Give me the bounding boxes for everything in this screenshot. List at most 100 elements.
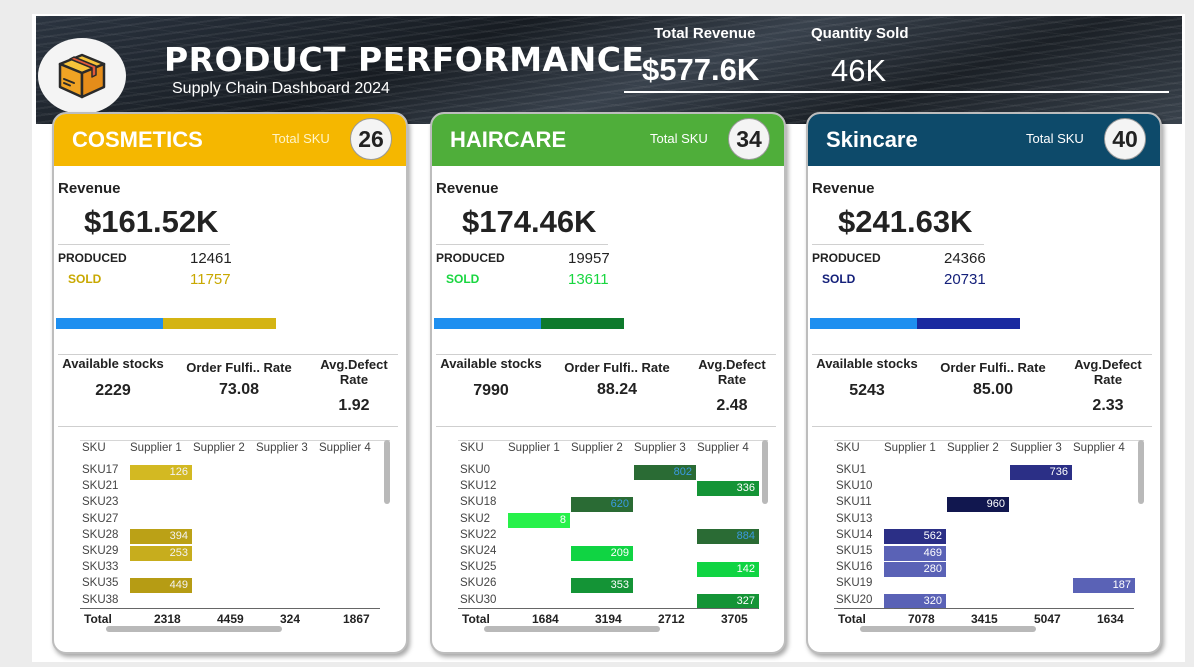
package-box-icon — [58, 53, 106, 99]
matrix-header-supplier-1: Supplier 1 — [130, 442, 182, 454]
revenue-label: Revenue — [58, 180, 121, 197]
matrix-cell[interactable]: 253 — [130, 545, 192, 561]
category-name: HAIRCARE — [450, 127, 567, 152]
sold-label: SOLD — [822, 272, 856, 286]
category-name: COSMETICS — [72, 127, 203, 152]
produced-label: PRODUCED — [436, 251, 505, 265]
matrix-horizontal-scrollbar[interactable] — [860, 626, 1036, 632]
total-sku-badge: 26 — [350, 118, 392, 160]
matrix-row-label: SKU10 — [836, 480, 873, 493]
card-header: COSMETICS Total SKU 26 — [54, 114, 406, 166]
avg-defect-rate-value: 2.48 — [716, 397, 748, 414]
total-sku-label: Total SKU — [650, 131, 708, 146]
sold-bar — [163, 318, 276, 329]
matrix-horizontal-scrollbar[interactable] — [484, 626, 660, 632]
matrix-cell[interactable]: 209 — [571, 545, 633, 561]
matrix-cell[interactable]: 960 — [947, 496, 1009, 512]
order-fulfil-rate-label: Order Fulfi.. Rate — [186, 360, 292, 375]
matrix-cell[interactable]: 736 — [1010, 464, 1072, 480]
revenue-label: Revenue — [436, 180, 499, 197]
category-name: Skincare — [826, 127, 918, 152]
sold-bar — [541, 318, 624, 329]
matrix-row-label: SKU29 — [82, 545, 119, 557]
card-header: HAIRCARE Total SKU 34 — [432, 114, 784, 166]
matrix-row-label: SKU17 — [82, 464, 119, 476]
matrix-total-supplier-4: 1867 — [343, 612, 370, 626]
logo-badge — [38, 38, 126, 114]
matrix-vertical-scrollbar[interactable] — [1138, 440, 1144, 504]
matrix-total-label: Total — [462, 612, 490, 626]
available-stocks-value: 2229 — [95, 382, 131, 399]
matrix-cell[interactable]: 126 — [130, 464, 192, 480]
available-stocks-label: Available stocks — [440, 356, 542, 371]
category-card-cosmetics[interactable]: COSMETICS Total SKU 26 Revenue $161.52K … — [52, 112, 408, 654]
stats-divider-top — [58, 354, 398, 355]
avg-defect-rate-value: 1.92 — [338, 397, 370, 414]
matrix-cell[interactable]: 320 — [884, 594, 946, 610]
produced-value: 24366 — [944, 250, 986, 267]
matrix-row-label: SKU30 — [460, 593, 497, 606]
produced-value: 12461 — [190, 250, 232, 267]
matrix-cell[interactable]: 884 — [697, 529, 759, 545]
category-card-haircare[interactable]: HAIRCARE Total SKU 34 Revenue $174.46K P… — [430, 112, 786, 654]
revenue-value: $161.52K — [84, 204, 219, 239]
matrix-header-supplier-2: Supplier 2 — [571, 442, 623, 454]
matrix-cell[interactable]: 327 — [697, 594, 759, 610]
kpi-total-revenue-value: $577.6K — [642, 52, 760, 87]
page-subtitle: Supply Chain Dashboard 2024 — [172, 80, 390, 97]
matrix-row-label: SKU13 — [836, 512, 873, 525]
matrix-header-supplier-2: Supplier 2 — [947, 442, 999, 454]
matrix-cell[interactable]: 336 — [697, 480, 759, 496]
matrix-total-label: Total — [84, 612, 112, 626]
matrix-cell[interactable]: 8 — [508, 513, 570, 529]
supplier-matrix[interactable]: SKU Supplier 1 Supplier 2 Supplier 3 Sup… — [80, 440, 390, 632]
matrix-header-supplier-1: Supplier 1 — [508, 442, 560, 454]
available-stocks-value: 7990 — [473, 382, 509, 399]
matrix-border — [834, 440, 1144, 441]
matrix-cell[interactable]: 142 — [697, 561, 759, 577]
matrix-row-label: SKU35 — [82, 577, 119, 590]
matrix-total-supplier-4: 3705 — [721, 612, 748, 626]
matrix-vertical-scrollbar[interactable] — [384, 440, 390, 504]
stats-divider-top — [436, 354, 776, 355]
matrix-cell[interactable]: 353 — [571, 577, 633, 593]
matrix-total-supplier-1: 2318 — [154, 612, 181, 626]
kpi-quantity-sold-value: 46K — [831, 53, 887, 88]
order-fulfil-rate-value: 88.24 — [596, 381, 638, 398]
produced-label: PRODUCED — [812, 251, 881, 265]
kpi-underline — [624, 91, 1169, 93]
matrix-total-supplier-2: 3415 — [971, 612, 998, 626]
matrix-cell[interactable]: 620 — [571, 496, 633, 512]
matrix-row-label: SKU24 — [460, 545, 497, 557]
avg-defect-rate-label: Avg.Defect Rate — [320, 357, 388, 387]
matrix-cell[interactable]: 469 — [884, 545, 946, 561]
matrix-total-supplier-3: 324 — [280, 612, 301, 626]
sold-value: 13611 — [568, 271, 609, 288]
kpi-quantity-sold-label: Quantity Sold — [811, 25, 909, 42]
matrix-vertical-scrollbar[interactable] — [762, 440, 768, 504]
matrix-row-label: SKU26 — [460, 577, 497, 590]
matrix-row-label: SKU1 — [836, 464, 867, 476]
matrix-border — [458, 440, 768, 441]
produced-label: PRODUCED — [58, 251, 127, 265]
category-card-skincare[interactable]: Skincare Total SKU 40 Revenue $241.63K P… — [806, 112, 1162, 654]
stats-divider-bottom — [436, 426, 776, 427]
supplier-matrix[interactable]: SKU Supplier 1 Supplier 2 Supplier 3 Sup… — [834, 440, 1144, 632]
order-fulfil-rate-value: 73.08 — [218, 381, 260, 398]
produced-bar — [810, 318, 917, 329]
matrix-cell[interactable]: 187 — [1073, 577, 1135, 593]
matrix-cell[interactable]: 562 — [884, 529, 946, 545]
matrix-horizontal-scrollbar[interactable] — [106, 626, 282, 632]
total-sku-label: Total SKU — [272, 131, 330, 146]
matrix-total-supplier-3: 2712 — [658, 612, 685, 626]
avg-defect-rate-label: Avg.Defect Rate — [1074, 357, 1142, 387]
matrix-cell[interactable]: 802 — [634, 464, 696, 480]
header-banner: PRODUCT PERFORMANCE Supply Chain Dashboa… — [36, 16, 1182, 124]
matrix-cell[interactable]: 280 — [884, 561, 946, 577]
kpi-total-revenue-label: Total Revenue — [654, 25, 756, 42]
revenue-underline — [812, 244, 984, 245]
avg-defect-rate-value: 2.33 — [1092, 397, 1124, 414]
matrix-cell[interactable]: 394 — [130, 529, 192, 545]
matrix-cell[interactable]: 449 — [130, 577, 192, 593]
supplier-matrix[interactable]: SKU Supplier 1 Supplier 2 Supplier 3 Sup… — [458, 440, 768, 632]
